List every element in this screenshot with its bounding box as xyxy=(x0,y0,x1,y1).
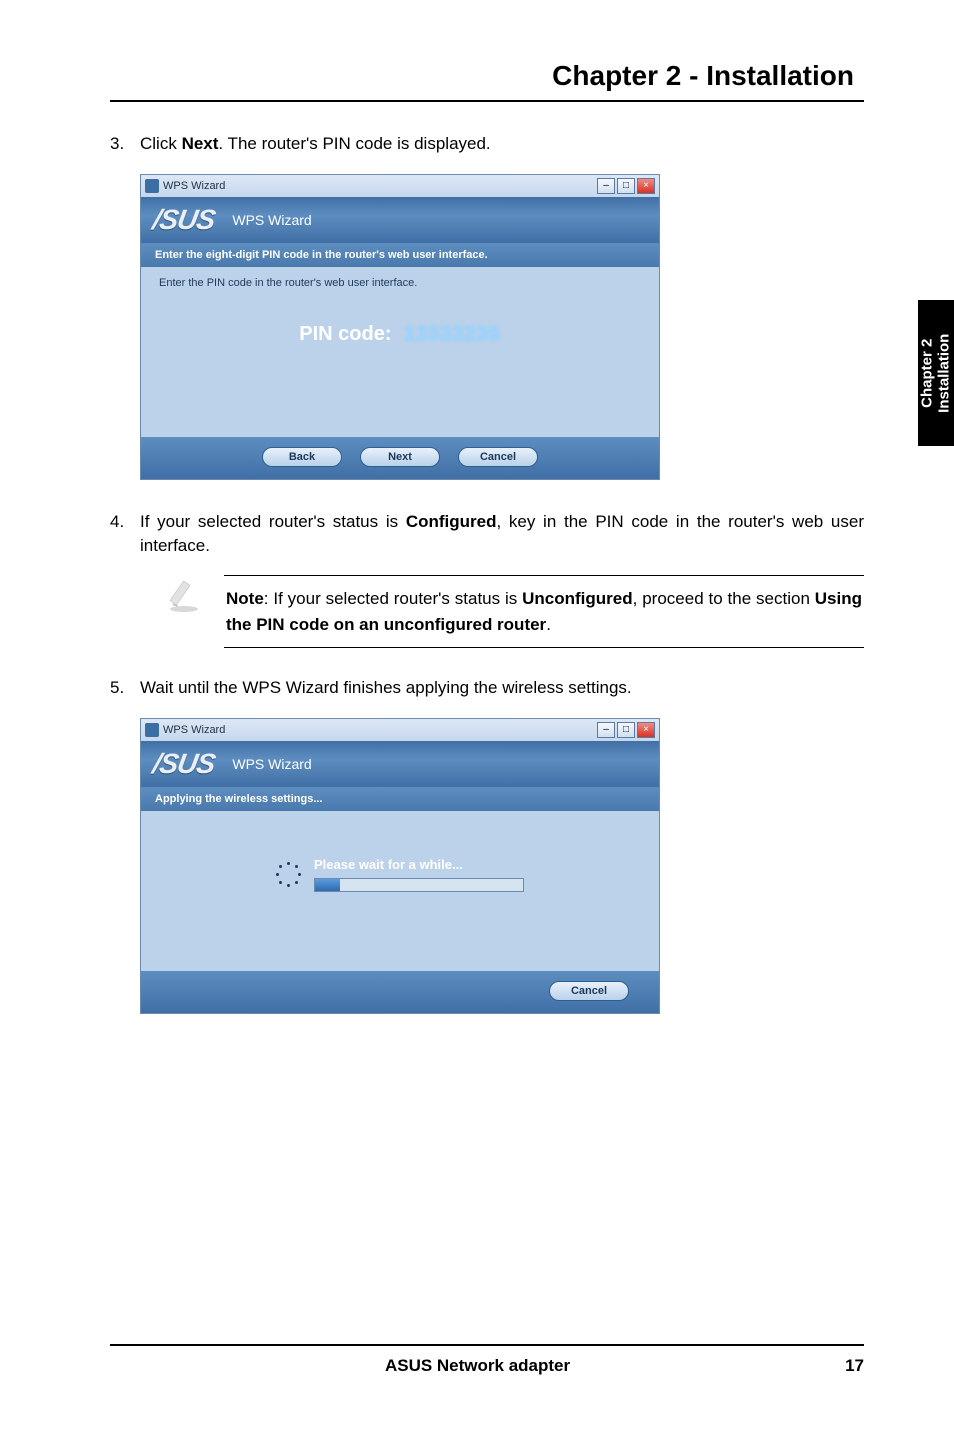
dialog-title: WPS Wizard xyxy=(232,756,311,772)
window-titlebar[interactable]: WPS Wizard – □ × xyxy=(141,719,659,741)
text: . The router's PIN code is displayed. xyxy=(218,134,490,153)
text: If your selected router's status is xyxy=(140,512,406,531)
progress-bar xyxy=(314,878,524,892)
dialog-header: /SUS WPS Wizard xyxy=(141,197,659,243)
dialog-subtitle: Applying the wireless settings... xyxy=(141,787,659,811)
chapter-side-tab: Chapter 2 Installation xyxy=(918,300,954,446)
step-text: Wait until the WPS Wizard finishes apply… xyxy=(140,676,864,700)
app-icon xyxy=(145,179,159,193)
app-icon xyxy=(145,723,159,737)
dialog-title: WPS Wizard xyxy=(232,212,311,228)
pin-label: PIN code: xyxy=(299,323,391,345)
text: . xyxy=(546,615,551,634)
minimize-button[interactable]: – xyxy=(597,722,615,738)
bold: Unconfigured xyxy=(522,589,633,608)
note-block: Note: If your selected router's status i… xyxy=(166,575,864,648)
window-title: WPS Wizard xyxy=(163,724,225,736)
note-lead: Note xyxy=(226,589,264,608)
maximize-button[interactable]: □ xyxy=(617,178,635,194)
bold: Configured xyxy=(406,512,497,531)
side-tab-line1: Chapter 2 xyxy=(919,338,936,407)
screenshot-progress: WPS Wizard – □ × /SUS WPS Wizard Applyin… xyxy=(140,718,864,1014)
close-button[interactable]: × xyxy=(637,722,655,738)
instruction-text: Enter the PIN code in the router's web u… xyxy=(159,277,641,289)
step-4: 4. If your selected router's status is C… xyxy=(110,510,864,558)
next-button[interactable]: Next xyxy=(360,447,440,467)
screenshot-pin: WPS Wizard – □ × /SUS WPS Wizard Enter t… xyxy=(140,174,864,480)
page-number: 17 xyxy=(845,1356,864,1376)
footer-product: ASUS Network adapter xyxy=(110,1356,845,1376)
step-number: 3. xyxy=(110,132,140,156)
text: Click xyxy=(140,134,182,153)
dialog-header: /SUS WPS Wizard xyxy=(141,741,659,787)
text: : If your selected router's status is xyxy=(264,589,522,608)
divider-bottom xyxy=(110,1344,864,1346)
divider-top xyxy=(110,100,864,102)
window-title: WPS Wizard xyxy=(163,180,225,192)
maximize-button[interactable]: □ xyxy=(617,722,635,738)
pencil-icon xyxy=(166,575,206,615)
step-5: 5. Wait until the WPS Wizard finishes ap… xyxy=(110,676,864,700)
dialog-subtitle: Enter the eight-digit PIN code in the ro… xyxy=(141,243,659,267)
asus-logo: /SUS xyxy=(150,748,217,780)
asus-logo: /SUS xyxy=(150,204,217,236)
step-number: 5. xyxy=(110,676,140,700)
step-text: If your selected router's status is Conf… xyxy=(140,510,864,558)
side-tab-line2: Installation xyxy=(936,333,953,412)
minimize-button[interactable]: – xyxy=(597,178,615,194)
window-titlebar[interactable]: WPS Wizard – □ × xyxy=(141,175,659,197)
cancel-button[interactable]: Cancel xyxy=(458,447,538,467)
bold: Next xyxy=(182,134,219,153)
chapter-title: Chapter 2 - Installation xyxy=(110,60,864,92)
step-text: Click Next. The router's PIN code is dis… xyxy=(140,132,864,156)
close-button[interactable]: × xyxy=(637,178,655,194)
pin-value: 13533236 xyxy=(404,323,501,345)
cancel-button[interactable]: Cancel xyxy=(549,981,629,1001)
back-button[interactable]: Back xyxy=(262,447,342,467)
spinner-icon xyxy=(276,862,302,888)
step-number: 4. xyxy=(110,510,140,558)
progress-label: Please wait for a while... xyxy=(314,857,463,872)
step-3: 3. Click Next. The router's PIN code is … xyxy=(110,132,864,156)
text: , proceed to the section xyxy=(633,589,815,608)
